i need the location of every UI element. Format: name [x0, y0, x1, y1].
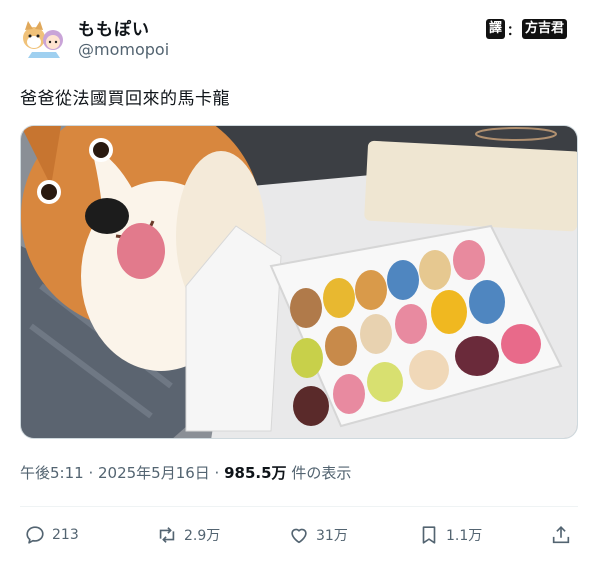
reply-button[interactable]: 213 [24, 522, 79, 548]
views-label: 件の表示 [286, 464, 352, 482]
timestamp[interactable]: 午後5:11 · 2025年5月16日 · [20, 464, 224, 482]
repost-icon [159, 527, 175, 543]
divider [20, 506, 578, 507]
tweet-text: 爸爸從法國買回來的馬卡龍 [20, 89, 230, 109]
bookmark-count: 1.1万 [446, 528, 483, 544]
avatar[interactable] [20, 18, 66, 58]
reply-count: 213 [52, 527, 79, 543]
translator-badge-right: 方吉君 [522, 19, 568, 39]
bookmark-button[interactable]: 1.1万 [418, 522, 482, 548]
reply-icon [26, 526, 44, 544]
bookmark-icon [422, 526, 436, 544]
translator-badge-left: 譯 [486, 19, 506, 39]
repost-count: 2.9万 [184, 528, 221, 544]
like-button[interactable]: 31万 [288, 522, 348, 548]
display-name[interactable]: ももぽい [78, 15, 150, 40]
repost-button[interactable]: 2.9万 [156, 522, 220, 548]
user-handle[interactable]: @momopoi [78, 40, 169, 59]
photo-illustration [21, 126, 577, 438]
share-icon [552, 526, 570, 544]
translator-badge: 譯 ： 方吉君 [486, 18, 568, 40]
view-count: 985.5万 [224, 464, 287, 482]
tweet-meta: 午後5:11 · 2025年5月16日 · 985.5万 件の表示 [20, 462, 351, 483]
like-count: 31万 [316, 528, 348, 544]
translator-badge-separator: ： [507, 23, 521, 39]
tweet-photo[interactable] [20, 125, 578, 439]
heart-icon [291, 528, 307, 544]
share-button[interactable] [550, 522, 578, 548]
